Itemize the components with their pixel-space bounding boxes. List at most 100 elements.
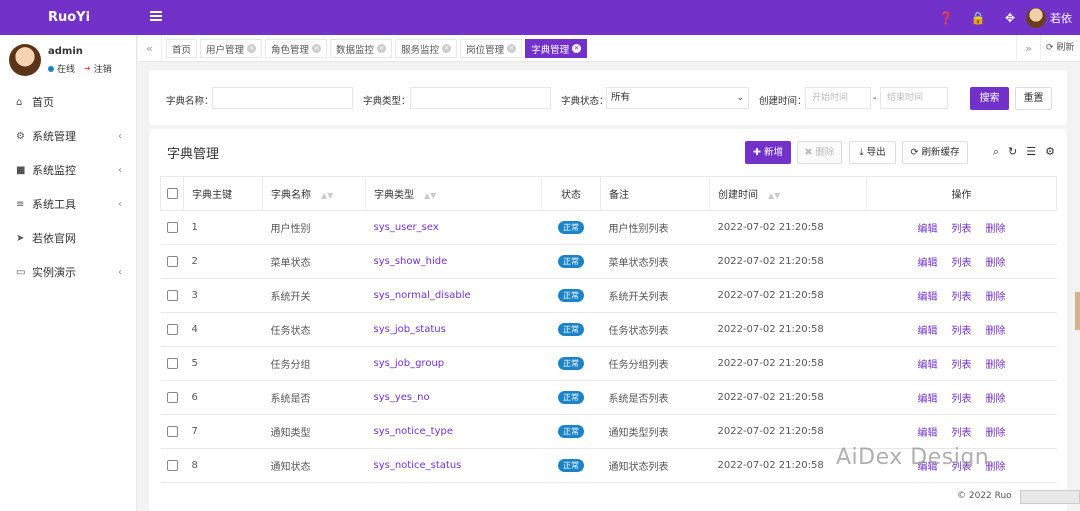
refresh-icon[interactable]: ↻ bbox=[1008, 145, 1017, 159]
edit-link[interactable]: 编辑 bbox=[918, 394, 938, 405]
table-row[interactable]: 5 任务分组 sys_job_group 正常 任务分组列表 2022-07-02 21:… bbox=[160, 346, 1057, 381]
row-checkbox[interactable] bbox=[166, 459, 178, 471]
delete-link[interactable]: 删除 bbox=[986, 292, 1006, 303]
close-icon[interactable]: × bbox=[377, 44, 387, 53]
dict-name-input[interactable] bbox=[212, 87, 353, 109]
start-time-input[interactable]: 开始时间 bbox=[805, 87, 871, 109]
sidebar-item-4[interactable]: ➤ 若依官网 bbox=[0, 221, 136, 255]
sort-icon[interactable]: ▲▼ bbox=[424, 191, 436, 200]
delete-link[interactable]: 删除 bbox=[986, 394, 1006, 405]
page-scrollbar[interactable] bbox=[1075, 292, 1080, 330]
lock-icon[interactable]: 🔒 bbox=[962, 0, 994, 35]
columns-icon[interactable]: ☰ bbox=[1026, 145, 1036, 159]
dict-type-link[interactable]: sys_job_status bbox=[374, 324, 446, 335]
row-checkbox[interactable] bbox=[166, 221, 178, 233]
col-dict-name[interactable]: 字典名称 ▲▼ bbox=[262, 176, 366, 211]
ime-toolbar[interactable] bbox=[1020, 490, 1080, 504]
close-icon[interactable]: × bbox=[312, 44, 322, 53]
dict-type-link[interactable]: sys_notice_status bbox=[374, 460, 462, 471]
list-link[interactable]: 列表 bbox=[952, 360, 972, 371]
row-checkbox[interactable] bbox=[166, 323, 178, 335]
dict-type-link[interactable]: sys_show_hide bbox=[374, 256, 448, 267]
delete-link[interactable]: 删除 bbox=[986, 326, 1006, 337]
menu-toggle-icon[interactable] bbox=[150, 9, 162, 25]
row-checkbox[interactable] bbox=[166, 255, 178, 267]
select-all-checkbox[interactable] bbox=[166, 187, 178, 199]
row-checkbox[interactable] bbox=[166, 425, 178, 437]
refresh-cache-button[interactable]: ⟳ 刷新缓存 bbox=[902, 141, 968, 164]
user-menu[interactable]: 若依 bbox=[1026, 7, 1080, 28]
delete-link[interactable]: 删除 bbox=[986, 224, 1006, 235]
tab-3[interactable]: 数据监控 × bbox=[330, 39, 393, 58]
edit-link[interactable]: 编辑 bbox=[918, 428, 938, 439]
close-icon[interactable]: × bbox=[572, 44, 582, 53]
tab-refresh-button[interactable]: ⟳ 刷新 bbox=[1040, 35, 1080, 62]
delete-link[interactable]: 删除 bbox=[986, 428, 1006, 439]
dict-status-select[interactable]: 所有 ⌄ bbox=[606, 87, 749, 109]
list-link[interactable]: 列表 bbox=[952, 326, 972, 337]
edit-link[interactable]: 编辑 bbox=[918, 224, 938, 235]
close-icon[interactable]: × bbox=[442, 44, 452, 53]
logout-icon[interactable]: ➜ bbox=[84, 64, 91, 73]
sidebar-item-1[interactable]: ⚙ 系统管理 ‹ bbox=[0, 119, 136, 153]
table-row[interactable]: 4 任务状态 sys_job_status 正常 任务状态列表 2022-07-02 21… bbox=[160, 312, 1057, 347]
dict-type-link[interactable]: sys_normal_disable bbox=[374, 290, 471, 301]
tab-0[interactable]: 首页 bbox=[166, 39, 198, 58]
table-row[interactable]: 1 用户性别 sys_user_sex 正常 用户性别列表 2022-07-02 21:2… bbox=[160, 210, 1057, 245]
help-icon[interactable]: ❓ bbox=[930, 0, 962, 35]
tab-scroll-left-icon[interactable]: « bbox=[138, 35, 162, 62]
sidebar-item-0[interactable]: ⌂ 首页 bbox=[0, 85, 136, 119]
row-checkbox[interactable] bbox=[166, 357, 178, 369]
logout-link[interactable]: 注销 bbox=[94, 62, 112, 75]
tab-6[interactable]: 字典管理 × bbox=[525, 39, 588, 58]
tab-5[interactable]: 岗位管理 × bbox=[460, 39, 523, 58]
edit-link[interactable]: 编辑 bbox=[918, 326, 938, 337]
table-row[interactable]: 3 系统开关 sys_normal_disable 正常 系统开关列表 2022-07-0… bbox=[160, 278, 1057, 313]
list-link[interactable]: 列表 bbox=[952, 292, 972, 303]
tab-2[interactable]: 角色管理 × bbox=[265, 39, 328, 58]
export-button[interactable]: ⤓ 导出 bbox=[849, 141, 896, 164]
tab-scroll-right-icon[interactable]: » bbox=[1016, 35, 1040, 62]
edit-link[interactable]: 编辑 bbox=[918, 292, 938, 303]
sidebar-item-5[interactable]: ▭ 实例演示 ‹ bbox=[0, 255, 136, 289]
delete-link[interactable]: 删除 bbox=[986, 360, 1006, 371]
dict-type-link[interactable]: sys_yes_no bbox=[374, 392, 430, 403]
sidebar-item-3[interactable]: ≡ 系统工具 ‹ bbox=[0, 187, 136, 221]
edit-link[interactable]: 编辑 bbox=[918, 258, 938, 269]
search-icon[interactable]: ⌕ bbox=[993, 145, 999, 159]
add-button[interactable]: ✚ 新增 bbox=[745, 141, 791, 164]
fullscreen-icon[interactable]: ✥ bbox=[994, 0, 1026, 35]
delete-link[interactable]: 删除 bbox=[986, 258, 1006, 269]
list-link[interactable]: 列表 bbox=[952, 224, 972, 235]
sort-icon[interactable]: ▲▼ bbox=[321, 191, 333, 200]
table-row[interactable]: 2 菜单状态 sys_show_hide 正常 菜单状态列表 2022-07-02 21:… bbox=[160, 244, 1057, 279]
row-checkbox[interactable] bbox=[166, 289, 178, 301]
close-icon[interactable]: × bbox=[507, 44, 517, 53]
dict-type-link[interactable]: sys_job_group bbox=[374, 358, 445, 369]
reset-button[interactable]: 重置 bbox=[1015, 87, 1052, 110]
dict-type-input[interactable] bbox=[410, 87, 551, 109]
tab-1[interactable]: 用户管理 × bbox=[200, 39, 263, 58]
list-link[interactable]: 列表 bbox=[952, 394, 972, 405]
search-button[interactable]: 搜索 bbox=[970, 87, 1009, 110]
list-link[interactable]: 列表 bbox=[952, 258, 972, 269]
tab-4[interactable]: 服务监控 × bbox=[395, 39, 458, 58]
table-row[interactable]: 7 通知类型 sys_notice_type 正常 通知类型列表 2022-07-02 2… bbox=[160, 414, 1057, 449]
col-create-time[interactable]: 创建时间 ▲▼ bbox=[709, 176, 867, 211]
end-time-input[interactable]: 结束时间 bbox=[880, 87, 948, 109]
close-icon[interactable]: × bbox=[247, 44, 257, 53]
profile-avatar[interactable] bbox=[9, 44, 41, 76]
sort-icon[interactable]: ▲▼ bbox=[768, 191, 780, 200]
sidebar-item-2[interactable]: ■ 系统监控 ‹ bbox=[0, 153, 136, 187]
col-dict-id[interactable]: 字典主键 bbox=[183, 176, 263, 211]
row-checkbox[interactable] bbox=[166, 391, 178, 403]
dict-type-link[interactable]: sys_notice_type bbox=[374, 426, 453, 437]
col-dict-type[interactable]: 字典类型 ▲▼ bbox=[365, 176, 542, 211]
edit-link[interactable]: 编辑 bbox=[918, 360, 938, 371]
table-row[interactable]: 6 系统是否 sys_yes_no 正常 系统是否列表 2022-07-02 21:20:… bbox=[160, 380, 1057, 415]
delete-button[interactable]: ✖ 删除 bbox=[797, 141, 842, 164]
settings-icon[interactable]: ⚙ bbox=[1045, 145, 1055, 159]
app-logo[interactable]: RuoYi bbox=[0, 0, 138, 35]
dict-type-link[interactable]: sys_user_sex bbox=[374, 222, 439, 233]
list-link[interactable]: 列表 bbox=[952, 428, 972, 439]
